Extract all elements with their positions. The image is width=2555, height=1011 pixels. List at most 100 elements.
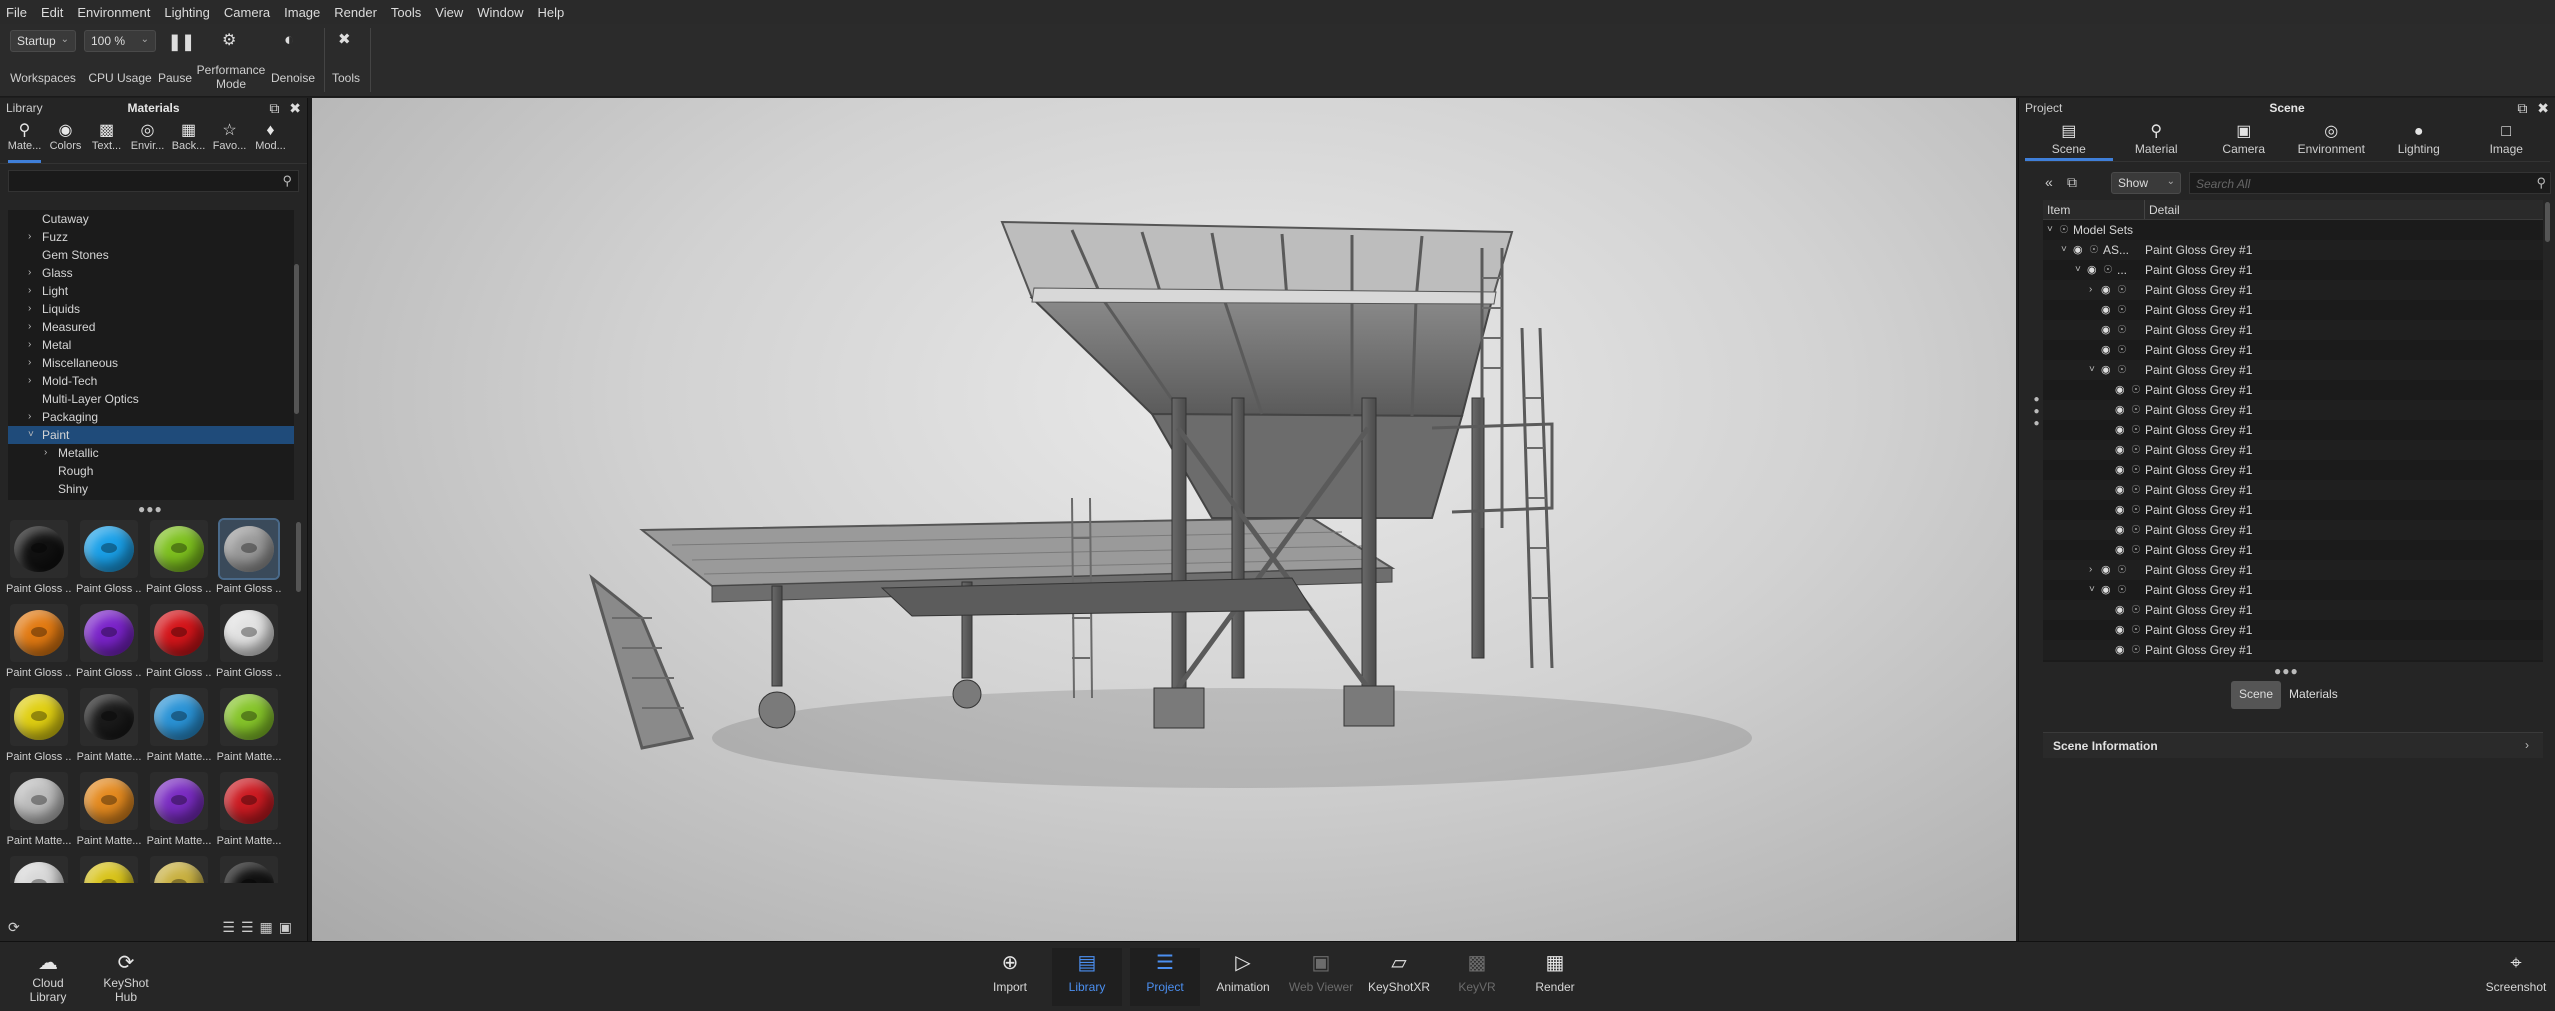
scene-tree-row[interactable]: ◉ ☉ Paint Gloss Grey #1	[2043, 500, 2543, 520]
thumbnails-scrollbar[interactable]	[296, 522, 301, 592]
chevron-right-icon[interactable]: ›	[28, 228, 31, 246]
project-button[interactable]: ☰ Project	[1130, 948, 1200, 1006]
visibility-eye-icon[interactable]: ◉	[2101, 300, 2111, 320]
material-thumbnail[interactable]	[6, 854, 72, 883]
tree-item[interactable]: › Packaging	[8, 408, 294, 426]
render-button[interactable]: ▦ Render	[1520, 948, 1590, 1006]
visibility-eye-icon[interactable]: ◉	[2115, 380, 2125, 400]
scene-tree-row[interactable]: ◉ ☉ Paint Gloss Grey #1	[2043, 420, 2543, 440]
tree-item[interactable]: › Glass	[8, 264, 294, 282]
chevron-right-icon[interactable]: ›	[28, 336, 31, 354]
material-thumbnail[interactable]: Paint Gloss ...	[76, 518, 142, 596]
visibility-eye-icon[interactable]: ◉	[2115, 480, 2125, 500]
menu-render[interactable]: Render	[334, 5, 377, 20]
scene-tree-row[interactable]: ◉ ☉ Paint Gloss Grey #1	[2043, 460, 2543, 480]
scene-tree-row[interactable]: ◉ ☉ Paint Gloss Grey #1	[2043, 620, 2543, 640]
scene-information-section[interactable]: Scene Information ›	[2043, 732, 2543, 758]
tree-item[interactable]: › Mold-Tech	[8, 372, 294, 390]
cpu-usage-button[interactable]: CPU Usage	[84, 24, 156, 97]
refresh-icon[interactable]: ⟳	[8, 919, 20, 936]
scene-tree-row[interactable]: ◉ ☉ Paint Gloss Grey #1	[2043, 480, 2543, 500]
material-thumbnail[interactable]: Paint Matte...	[146, 686, 212, 764]
subtab-materials[interactable]: Materials	[2281, 681, 2346, 709]
chevron-right-icon[interactable]: ›	[28, 318, 31, 336]
library-search-input[interactable]: ⚲	[8, 170, 299, 192]
menu-edit[interactable]: Edit	[41, 5, 63, 20]
menu-image[interactable]: Image	[284, 5, 320, 20]
cloud-library-button[interactable]: ☁ Cloud Library	[14, 948, 82, 1006]
tree-item-selected[interactable]: ˅ Paint	[8, 426, 294, 444]
scene-tree-row[interactable]: ◉ ☉ Paint Gloss Grey #1	[2043, 320, 2543, 340]
material-thumbnail[interactable]: Paint Gloss ...	[216, 602, 282, 680]
scene-tree-row[interactable]: ˅ ◉ ☉ AS... Paint Gloss Grey #1	[2043, 240, 2543, 260]
chevron-down-icon[interactable]: ˅	[2047, 220, 2053, 240]
scene-tree-row[interactable]: › ◉ ☉ Paint Gloss Grey #1	[2043, 280, 2543, 300]
tree-item[interactable]: › Light	[8, 282, 294, 300]
tree-item[interactable]: › Metallic	[8, 444, 294, 462]
material-thumbnail-selected[interactable]: Paint Gloss ...	[216, 518, 282, 596]
tree-item[interactable]: › Metal	[8, 336, 294, 354]
visibility-eye-icon[interactable]: ◉	[2115, 620, 2125, 640]
visibility-eye-icon[interactable]: ◉	[2115, 540, 2125, 560]
undock-icon[interactable]: ⧉	[2517, 100, 2527, 116]
chevron-down-icon[interactable]: ˅	[28, 426, 34, 444]
tree-item[interactable]: Shiny	[8, 480, 294, 498]
side-splitter-handle[interactable]: ●●●	[2031, 394, 2042, 430]
visibility-eye-icon[interactable]: ◉	[2101, 340, 2111, 360]
large-grid-view-icon[interactable]: ▣	[279, 919, 298, 935]
chevron-down-icon[interactable]: ˅	[2089, 360, 2095, 380]
visibility-eye-icon[interactable]: ◉	[2101, 580, 2111, 600]
chevron-right-icon[interactable]: ›	[2089, 280, 2092, 300]
denoise-button[interactable]: ◐ Denoise	[268, 24, 318, 97]
tools-button[interactable]: ✖ Tools	[328, 24, 364, 97]
visibility-eye-icon[interactable]: ◉	[2115, 460, 2125, 480]
chevron-right-icon[interactable]: ›	[28, 354, 31, 372]
visibility-eye-icon[interactable]: ◉	[2073, 240, 2083, 260]
tab-materials[interactable]: ⚲ Mate...	[4, 118, 45, 163]
performance-mode-button[interactable]: ⚙ Performance Mode	[194, 24, 268, 97]
material-thumbnail[interactable]	[76, 854, 142, 883]
material-thumbnail[interactable]	[146, 854, 212, 883]
tree-scrollbar[interactable]	[294, 264, 299, 414]
subtab-scene[interactable]: Scene	[2231, 681, 2282, 709]
web-viewer-button[interactable]: ▣ Web Viewer	[1286, 948, 1356, 1006]
tree-item[interactable]: Gem Stones	[8, 246, 294, 264]
list-view-icon[interactable]: ☰	[222, 919, 241, 935]
visibility-eye-icon[interactable]: ◉	[2115, 500, 2125, 520]
collapse-all-icon[interactable]: «	[2045, 174, 2053, 190]
material-thumbnail[interactable]	[216, 854, 282, 883]
tab-environment[interactable]: ◎ Environment	[2288, 120, 2376, 161]
tab-environments[interactable]: ◎ Envir...	[127, 118, 168, 163]
visibility-eye-icon[interactable]: ◉	[2115, 420, 2125, 440]
scene-tree-row[interactable]: ◉ ☉ Paint Gloss Grey #1	[2043, 600, 2543, 620]
import-button[interactable]: ⊕ Import	[975, 948, 1045, 1006]
tree-item[interactable]: Multi-Layer Optics	[8, 390, 294, 408]
material-thumbnail[interactable]: Paint Matte...	[76, 686, 142, 764]
column-detail[interactable]: Detail	[2145, 200, 2543, 219]
scene-tree-row[interactable]: ◉ ☉ Paint Gloss Grey #1	[2043, 640, 2543, 660]
screenshot-button[interactable]: ⌖ Screenshot	[2480, 948, 2552, 1006]
menu-window[interactable]: Window	[477, 5, 523, 20]
scene-tree-row[interactable]: ◉ ☉ Paint Gloss Grey #1	[2043, 520, 2543, 540]
chevron-right-icon[interactable]: ›	[2089, 560, 2092, 580]
visibility-eye-icon[interactable]: ◉	[2101, 320, 2111, 340]
chevron-right-icon[interactable]: ›	[28, 282, 31, 300]
chevron-right-icon[interactable]: ›	[28, 300, 31, 318]
tab-material[interactable]: ⚲ Material	[2113, 120, 2201, 161]
tab-models[interactable]: ♦ Mod...	[250, 118, 291, 163]
chevron-down-icon[interactable]: ˅	[2075, 260, 2081, 280]
scene-tree-row[interactable]: ˅ ◉ ☉... Paint Gloss Grey #1	[2043, 260, 2543, 280]
scene-search-input[interactable]: Search All ⚲	[2189, 172, 2551, 194]
visibility-eye-icon[interactable]: ◉	[2101, 280, 2111, 300]
visibility-eye-icon[interactable]: ◉	[2115, 440, 2125, 460]
keyvr-button[interactable]: ▩ KeyVR	[1442, 948, 1512, 1006]
menu-lighting[interactable]: Lighting	[164, 5, 210, 20]
menu-help[interactable]: Help	[537, 5, 564, 20]
chevron-down-icon[interactable]: ˅	[2061, 240, 2067, 260]
keyshot-hub-button[interactable]: ⟳ KeyShot Hub	[92, 948, 160, 1006]
library-button[interactable]: ▤ Library	[1052, 948, 1122, 1006]
keyshotxr-button[interactable]: ▱ KeyShotXR	[1364, 948, 1434, 1006]
tab-lighting[interactable]: ● Lighting	[2375, 120, 2463, 161]
tree-item[interactable]: Cutaway	[8, 210, 294, 228]
scene-scrollbar[interactable]	[2545, 202, 2550, 242]
